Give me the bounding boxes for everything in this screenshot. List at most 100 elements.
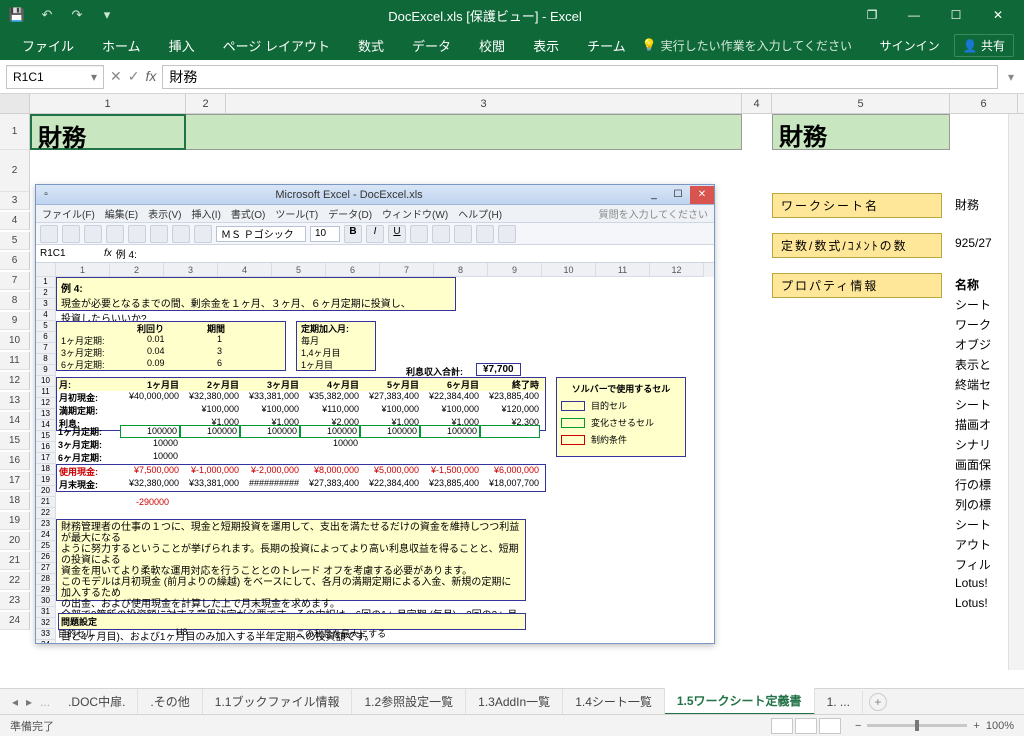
maximize-icon[interactable]: ☐	[936, 1, 976, 29]
formula-input[interactable]: 財務	[162, 65, 998, 89]
emb-formula-bar[interactable]: R1C1 fx 例 4:	[36, 245, 714, 263]
normal-view-icon[interactable]	[771, 718, 793, 734]
formula-bar: R1C1▾ ✕ ✓ fx 財務 ▾	[0, 60, 1024, 94]
sheet-tab[interactable]: 1.4シート一覧	[563, 689, 665, 714]
page-layout-view-icon[interactable]	[795, 718, 817, 734]
signin-link[interactable]: サインイン	[880, 37, 940, 54]
row-header[interactable]: 1	[0, 114, 30, 150]
row-header[interactable]: 2	[0, 150, 30, 192]
col-header[interactable]: 2	[186, 94, 226, 113]
bulb-icon: 💡	[642, 38, 657, 52]
row-header[interactable]: 8	[0, 292, 30, 310]
ribbon-opts-icon[interactable]: ❐	[852, 1, 892, 29]
row-header[interactable]: 7	[0, 272, 30, 290]
select-all-corner[interactable]	[0, 94, 30, 113]
zoom-level[interactable]: 100%	[986, 720, 1014, 732]
row-header[interactable]: 9	[0, 312, 30, 330]
emb-grid[interactable]: for(let i=1;i<=12;i++)document.write('<d…	[36, 263, 714, 643]
row-header[interactable]: 18	[0, 492, 30, 510]
tab-team[interactable]: チーム	[575, 30, 638, 61]
sheet-tab[interactable]: .その他	[138, 689, 202, 714]
emb-ask-box[interactable]: 質問を入力してください	[599, 206, 708, 221]
row-header[interactable]: 5	[0, 232, 30, 250]
row-header[interactable]: 16	[0, 452, 30, 470]
row-header[interactable]: 23	[0, 592, 30, 610]
embedded-excel-window: ▫ Microsoft Excel - DocExcel.xls _ ☐ ✕ フ…	[35, 184, 715, 644]
sheet-tab[interactable]: 1.1ブックファイル情報	[203, 689, 353, 714]
row-header[interactable]: 10	[0, 332, 30, 350]
property-row: Lotus!	[955, 596, 988, 610]
tab-file[interactable]: ファイル	[10, 30, 86, 61]
emb-close-icon[interactable]: ✕	[690, 186, 714, 204]
row-header[interactable]: 19	[0, 512, 30, 530]
worksheet-grid[interactable]: 1 2 3 4 5 6 1 2 for(let i=3;i<=24;i++)do…	[0, 94, 1024, 670]
row-header[interactable]: 4	[0, 212, 30, 230]
person-icon: 👤	[963, 39, 978, 53]
row-header[interactable]: 6	[0, 252, 30, 270]
titlebar: 💾 ↶ ↷ ▾ DocExcel.xls [保護ビュー] - Excel ❐ —…	[0, 0, 1024, 30]
col-header[interactable]: 3	[226, 94, 742, 113]
undo-icon[interactable]: ↶	[36, 4, 58, 26]
vertical-scrollbar[interactable]	[1008, 114, 1024, 670]
zoom-in-icon[interactable]: +	[973, 720, 979, 732]
emb-toolbar[interactable]: ＭＳ Ｐゴシック 10 B I U	[36, 223, 714, 245]
row-header[interactable]: 13	[0, 392, 30, 410]
sheet-tab[interactable]: 1.2参照設定一覧	[352, 689, 466, 714]
minimize-icon[interactable]: —	[894, 1, 934, 29]
value-worksheet-name: 財務	[955, 196, 979, 213]
qat-dropdown-icon[interactable]: ▾	[96, 4, 118, 26]
row-header[interactable]: 14	[0, 412, 30, 430]
row-header[interactable]: 24	[0, 612, 30, 630]
col-header[interactable]: 1	[30, 94, 186, 113]
emb-fontsize-select[interactable]: 10	[310, 226, 340, 242]
redo-icon[interactable]: ↷	[66, 4, 88, 26]
sheet-tab[interactable]: 1. ...	[815, 691, 863, 713]
row-header[interactable]: 17	[0, 472, 30, 490]
status-bar: 準備完了 − + 100%	[0, 714, 1024, 736]
tab-last-icon[interactable]: ▸	[26, 695, 32, 709]
emb-font-select[interactable]: ＭＳ Ｐゴシック	[216, 226, 306, 242]
col-header[interactable]: 4	[742, 94, 772, 113]
property-row: フィル	[955, 556, 991, 573]
new-sheet-icon[interactable]: +	[869, 693, 887, 711]
row-header[interactable]: 20	[0, 532, 30, 550]
enter-icon[interactable]: ✓	[128, 68, 140, 85]
zoom-slider[interactable]	[867, 724, 967, 727]
row-header[interactable]: 15	[0, 432, 30, 450]
tab-data[interactable]: データ	[400, 30, 463, 61]
tab-formula[interactable]: 数式	[346, 30, 396, 61]
expand-fbar-icon[interactable]: ▾	[1004, 70, 1018, 84]
property-row: 画面保	[955, 456, 991, 473]
tell-me[interactable]: 💡 実行したい作業を入力してください	[642, 37, 852, 54]
tab-home[interactable]: ホーム	[90, 30, 153, 61]
tab-review[interactable]: 校閲	[467, 30, 517, 61]
cancel-icon[interactable]: ✕	[110, 68, 122, 85]
col-header[interactable]: 5	[772, 94, 950, 113]
active-cell[interactable]: 財務	[30, 114, 186, 150]
close-icon[interactable]: ✕	[978, 1, 1018, 29]
sheet-tab-active[interactable]: 1.5ワークシート定義書	[665, 688, 815, 715]
zoom-out-icon[interactable]: −	[855, 720, 861, 732]
tab-insert[interactable]: 挿入	[157, 30, 207, 61]
save-icon[interactable]: 💾	[6, 4, 28, 26]
tab-view[interactable]: 表示	[521, 30, 571, 61]
emb-title-text: Microsoft Excel - DocExcel.xls	[56, 189, 642, 201]
page-break-view-icon[interactable]	[819, 718, 841, 734]
tab-first-icon[interactable]: ◂	[12, 695, 18, 709]
name-box[interactable]: R1C1▾	[6, 65, 104, 89]
tab-layout[interactable]: ページ レイアウト	[211, 30, 342, 61]
row-header[interactable]: 12	[0, 372, 30, 390]
emb-min-icon[interactable]: _	[642, 186, 666, 204]
property-row: シート	[955, 396, 991, 413]
share-button[interactable]: 👤 共有	[954, 34, 1014, 57]
row-header[interactable]: 21	[0, 552, 30, 570]
row-header[interactable]: 22	[0, 572, 30, 590]
fx-icon[interactable]: fx	[145, 68, 156, 85]
col-header[interactable]: 6	[950, 94, 1018, 113]
sheet-tab[interactable]: 1.3AddIn一覧	[466, 689, 563, 714]
sheet-tab[interactable]: .DOC中扉.	[56, 689, 138, 714]
row-header[interactable]: 11	[0, 352, 30, 370]
emb-menubar[interactable]: ファイル(F)編集(E)表示(V) 挿入(I)書式(O)ツール(T) データ(D…	[36, 205, 714, 223]
row-header[interactable]: 3	[0, 192, 30, 210]
emb-max-icon[interactable]: ☐	[666, 186, 690, 204]
